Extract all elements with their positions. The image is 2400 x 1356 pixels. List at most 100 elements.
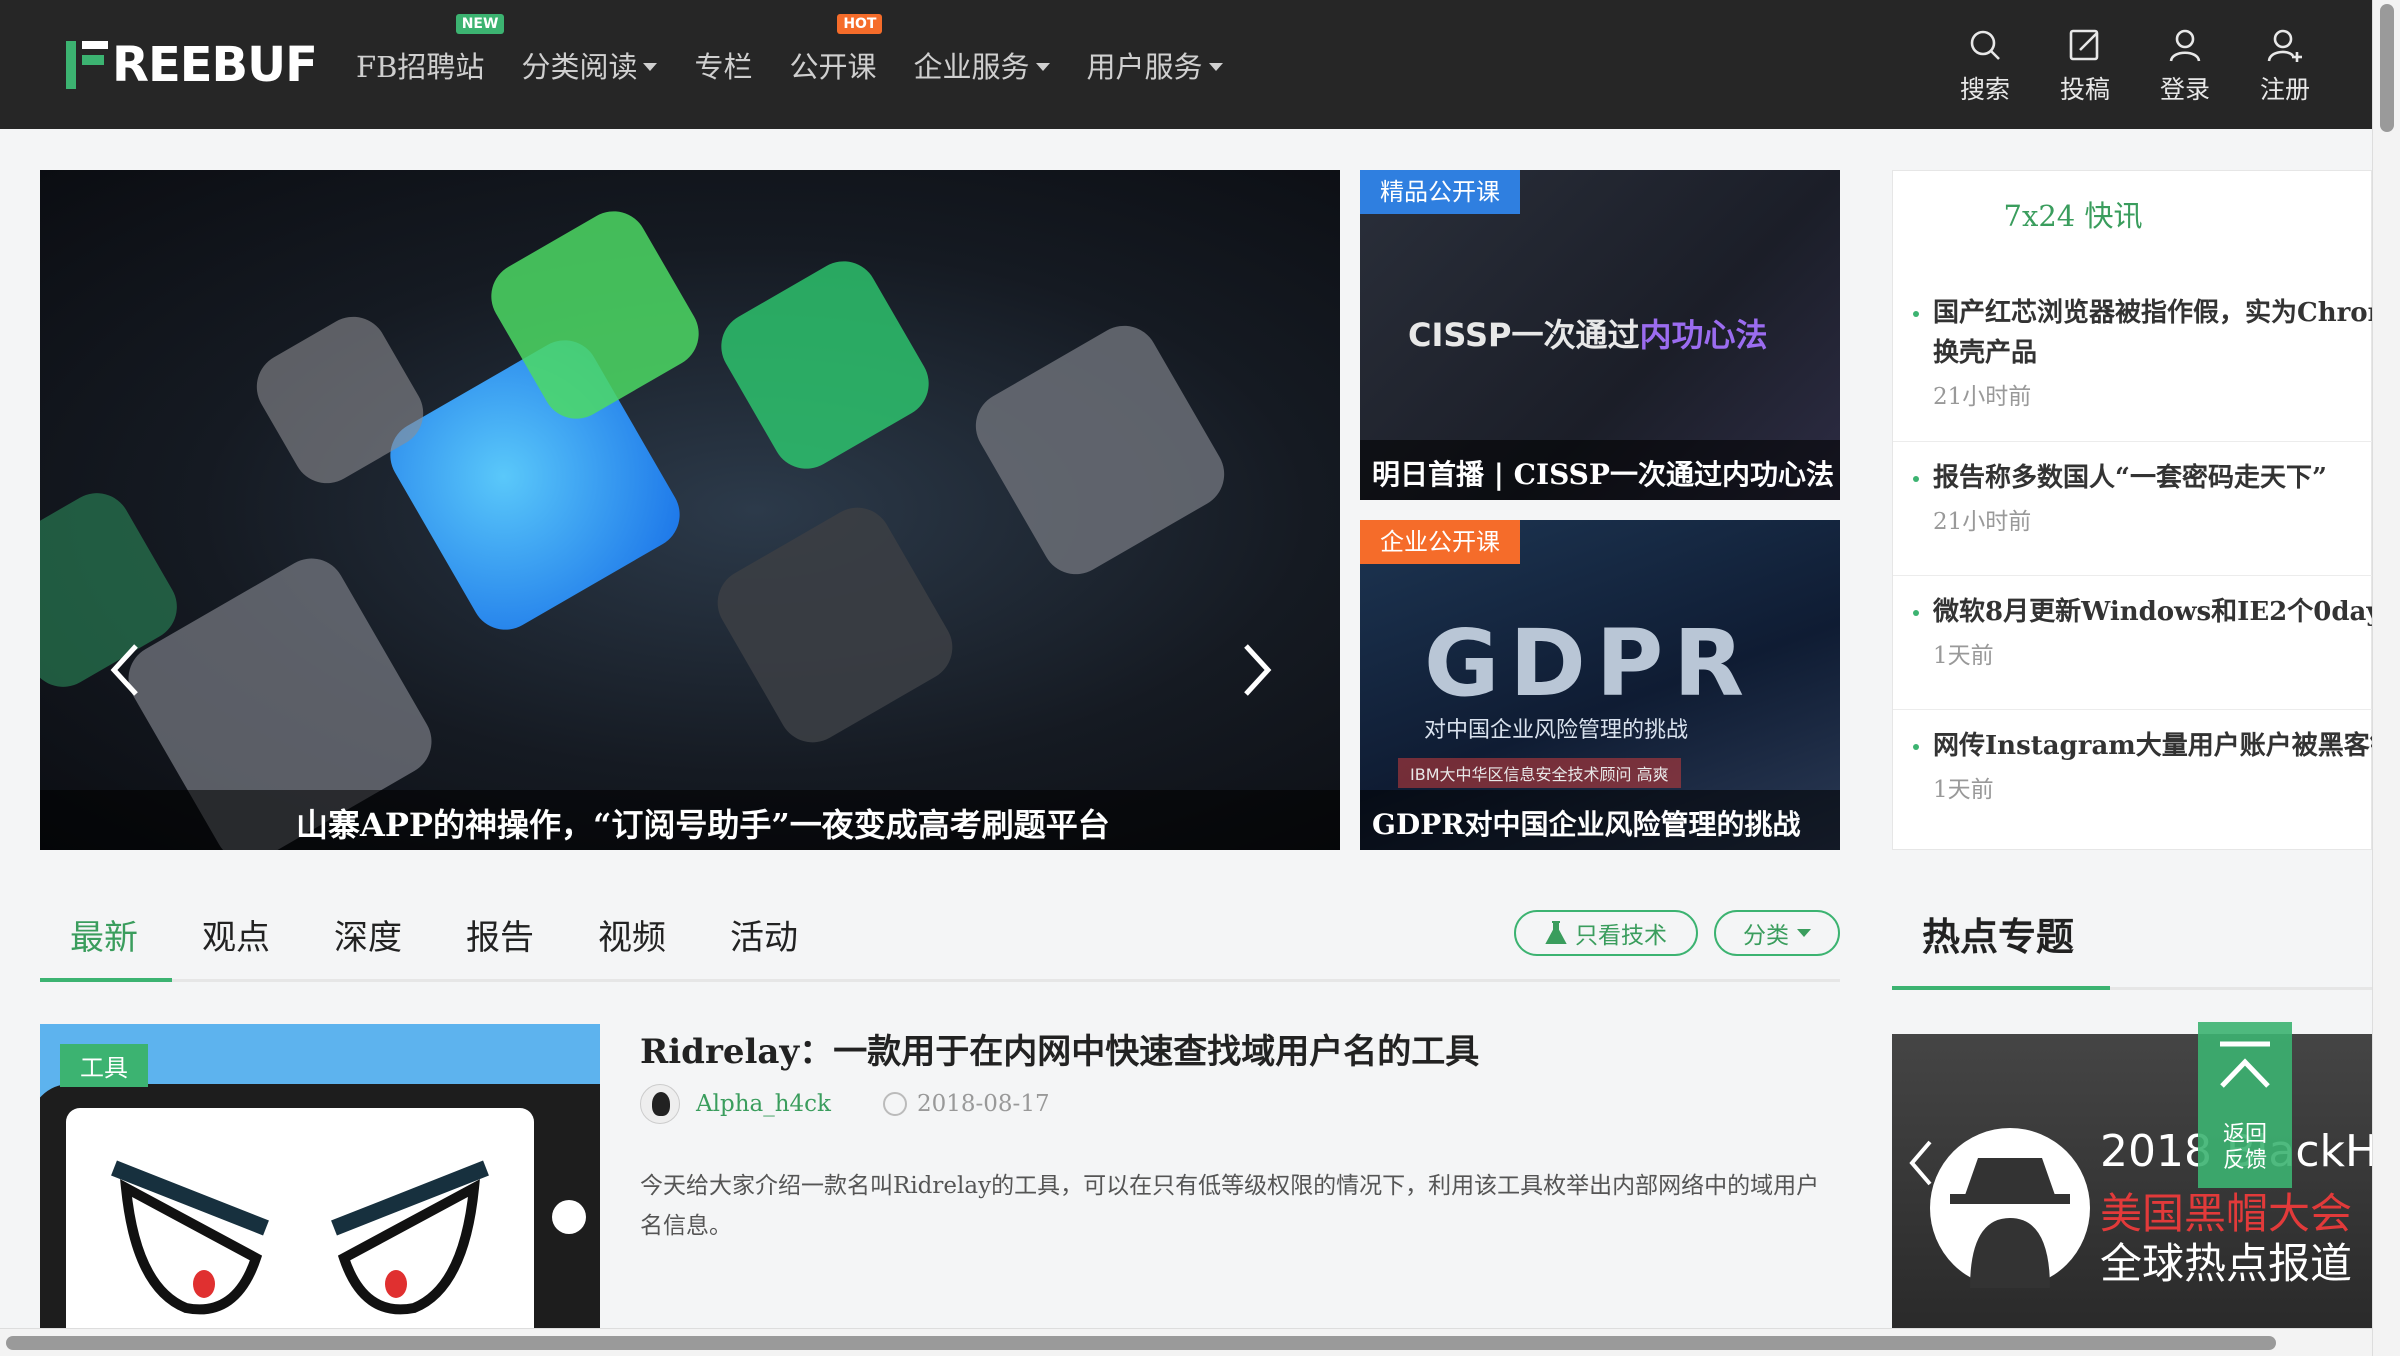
flash-news-panel: 7x24 快讯 国产红芯浏览器被指作假，实为Chrome 换壳产品 21小时前 … [1892,170,2373,850]
caret-down-icon [1208,62,1223,71]
tab-events[interactable]: 活动 [730,910,798,959]
caret-down-icon [643,62,658,71]
flash-news-title: 7x24 快讯 [2003,199,2143,233]
article-thumbnail[interactable]: 工具 [40,1024,600,1334]
hero-caption[interactable]: 山寨APP的神操作，“订阅号助手”一夜变成高考刷题平台 [296,800,1110,846]
hot-topic-banner[interactable]: 2018 BlackHat 美国黑帽大会 全球热点报道 [1892,1034,2372,1328]
nav-label: 企业服务 [913,49,1030,84]
back-to-top-label: 返回 反馈 [2222,1122,2267,1173]
login-label: 登录 [2160,75,2211,104]
carousel-prev-icon[interactable] [106,640,146,700]
bullet-icon [1913,311,1919,317]
user-plus-icon [2267,29,2302,62]
flash-item-time: 21小时前 [1933,509,2032,535]
gdpr-art-speaker: IBM大中华区信息安全技术顾问 高爽 [1398,758,1681,788]
course-card-gdpr[interactable]: GDPR 对中国企业风险管理的挑战 IBM大中华区信息安全技术顾问 高爽 企业公… [1360,520,1840,850]
tab-latest[interactable]: 最新 [70,910,138,959]
scrollbar-thumb[interactable] [2380,4,2394,132]
submit-button[interactable]: 投稿 [2060,26,2110,106]
category-filter-label: 分类 [1743,923,1789,949]
card-caption[interactable]: 明日首播 | CISSP一次通过内功心法 [1372,453,1834,493]
flask-icon [1545,921,1567,944]
nav-label: 专栏 [694,49,753,84]
tech-only-label: 只看技术 [1575,923,1667,949]
article-description: 今天给大家介绍一款名叫Ridrelay的工具，可以在只有低等级权限的情况下，利用… [640,1173,1820,1239]
flash-item-title-cont: 换壳产品 [1933,338,2038,368]
article-title[interactable]: Ridrelay：一款用于在内网中快速查找域用户名的工具 [640,1024,1479,1073]
author-name[interactable]: Alpha_h4ck [696,1091,831,1117]
tech-only-filter-button[interactable]: 只看技术 [1514,910,1698,956]
author-avatar[interactable] [640,1084,680,1124]
search-button[interactable]: 搜索 [1960,26,2010,106]
article-tag[interactable]: 工具 [60,1044,148,1087]
submit-label: 投稿 [2060,75,2111,104]
hot-topic-header: 热点专题 [1892,880,2372,990]
card-tag: 企业公开课 [1360,520,1520,564]
search-icon [1970,30,2000,60]
flash-item-title: 微软8月更新Windows和IE2个0day漏洞 [1933,597,2373,627]
tab-opinion[interactable]: 观点 [202,910,270,959]
new-badge: NEW [455,13,505,34]
nav-item-jobs[interactable]: FB招聘站 NEW [356,13,505,86]
flash-item-title: 网传Instagram大量用户账户被黑客锁定 [1933,731,2373,761]
article-tabs: 最新 观点 深度 报告 视频 活动 只看技术 分类 [40,880,1840,982]
bullet-icon [1913,476,1919,482]
nav-item-columns[interactable]: 专栏 [694,44,752,86]
nav-label: FB招聘站 [356,49,485,84]
nav-item-user-services[interactable]: 用户服务 [1087,44,1223,86]
course-card-cissp[interactable]: CISSP一次通过内功心法 精品公开课 明日首播 | CISSP一次通过内功心法 [1360,170,1840,500]
nav-item-enterprise[interactable]: 企业服务 [913,44,1050,86]
hero-carousel[interactable]: 山寨APP的神操作，“订阅号助手”一夜变成高考刷题平台 [40,170,1340,850]
hot-topic-underline [1892,986,2110,990]
nav-item-categories[interactable]: 分类阅读 [521,44,658,86]
vertical-scrollbar[interactable] [2372,0,2400,1356]
flash-item[interactable]: 报告称多数国人“一套密码走天下” 21小时前 [1893,441,2373,575]
banner-prev-icon[interactable] [1906,1138,1934,1188]
app-icon [705,495,965,755]
flash-item[interactable]: 国产红芯浏览器被指作假，实为Chrome 换壳产品 21小时前 [1893,277,2373,411]
login-button[interactable]: 登录 [2160,26,2210,106]
caret-down-icon [1035,62,1050,71]
card-caption-bar: 明日首播 | CISSP一次通过内功心法 [1360,440,1840,500]
main-nav: FB招聘站 NEW 分类阅读 专栏 公开课 HOT 企业服务 用户服务 [356,0,1260,129]
hero-caption-bar: 山寨APP的神操作，“订阅号助手”一夜变成高考刷题平台 [40,790,1340,850]
card-caption-bar: GDPR对中国企业风险管理的挑战 [1360,790,1840,850]
hot-topic-title: 热点专题 [1922,914,2075,959]
flash-item-title: 国产红芯浏览器被指作假，实为Chrome [1933,298,2373,328]
caret-down-icon [1797,929,1811,937]
register-label: 注册 [2260,75,2311,104]
category-filter-dropdown[interactable]: 分类 [1714,910,1840,956]
banner-line-3: 全球热点报道 [2100,1239,2353,1288]
freebuf-logo[interactable]: REEBUF [66,37,318,93]
angry-eyes-illustration [111,1160,489,1315]
active-tab-indicator [40,978,172,982]
tab-report[interactable]: 报告 [466,910,534,959]
logo-mark-icon [66,41,108,89]
clock-icon [882,1092,907,1116]
gdpr-art-subtitle: 对中国企业风险管理的挑战 [1424,718,1689,743]
back-to-top-button[interactable]: 返回 反馈 [2198,1022,2292,1188]
horizontal-scrollbar[interactable] [0,1328,2372,1356]
scrollbar-thumb[interactable] [6,1336,2276,1350]
card-caption[interactable]: GDPR对中国企业风险管理的挑战 [1372,803,1801,843]
gdpr-art-title: GDPR [1424,610,1755,717]
phone-button-icon [552,1200,586,1234]
flash-item-time: 21小时前 [1933,384,2032,410]
header-actions: 搜索 投稿 登录 注册 [1960,26,2310,106]
bullet-icon [1913,744,1919,750]
carousel-next-icon[interactable] [1236,640,1276,700]
arrow-up-icon [2220,1041,2270,1088]
hacker-avatar-icon [1930,1128,2090,1288]
phone-illustration [40,1084,600,1334]
tab-depth[interactable]: 深度 [334,910,402,959]
app-icon [708,248,942,482]
article-date: 2018-08-17 [916,1091,1050,1117]
article-meta: Alpha_h4ck 2018-08-17 [640,1084,1050,1124]
nav-item-open-courses[interactable]: 公开课 HOT [789,13,883,86]
flash-item[interactable]: 微软8月更新Windows和IE2个0day漏洞 1天前 [1893,575,2373,709]
flash-item-title: 报告称多数国人“一套密码走天下” [1933,463,2327,493]
flash-item[interactable]: 网传Instagram大量用户账户被黑客锁定 1天前 [1893,709,2373,843]
hero-image [40,170,1340,850]
register-button[interactable]: 注册 [2260,26,2310,106]
tab-video[interactable]: 视频 [598,910,666,959]
